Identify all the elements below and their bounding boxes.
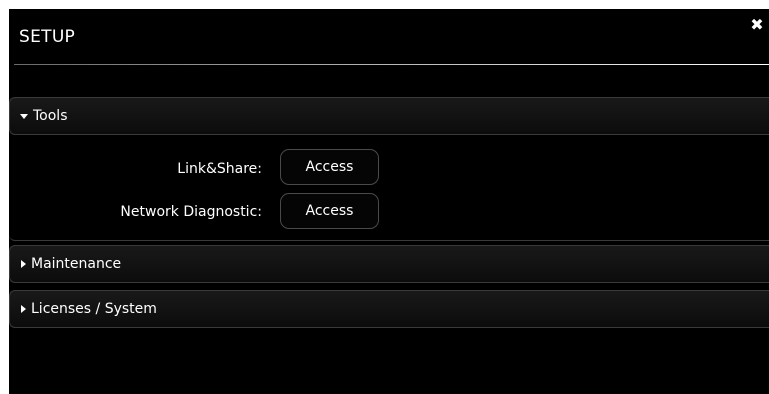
caret-down-icon — [20, 113, 28, 119]
setup-dialog: SETUP ✖ Tools Link&Share: Access Network… — [9, 9, 769, 394]
caret-right-icon — [21, 305, 26, 313]
network-diagnostic-label: Network Diagnostic: — [120, 204, 262, 220]
section-header-tools[interactable]: Tools — [9, 97, 769, 135]
section-label-tools: Tools — [33, 108, 68, 124]
close-icon[interactable]: ✖ — [749, 17, 765, 33]
caret-right-icon — [21, 260, 26, 268]
link-share-access-button[interactable]: Access — [280, 149, 379, 185]
title-divider — [14, 64, 769, 65]
section-header-licenses[interactable]: Licenses / System — [9, 290, 769, 328]
section-label-maintenance: Maintenance — [31, 256, 122, 272]
dialog-title: SETUP — [19, 27, 76, 47]
network-diagnostic-access-button[interactable]: Access — [280, 193, 379, 229]
link-share-label: Link&Share: — [177, 161, 262, 177]
tools-section-body: Link&Share: Access Network Diagnostic: A… — [9, 137, 769, 241]
section-label-licenses: Licenses / System — [31, 301, 157, 317]
section-header-maintenance[interactable]: Maintenance — [9, 245, 769, 283]
